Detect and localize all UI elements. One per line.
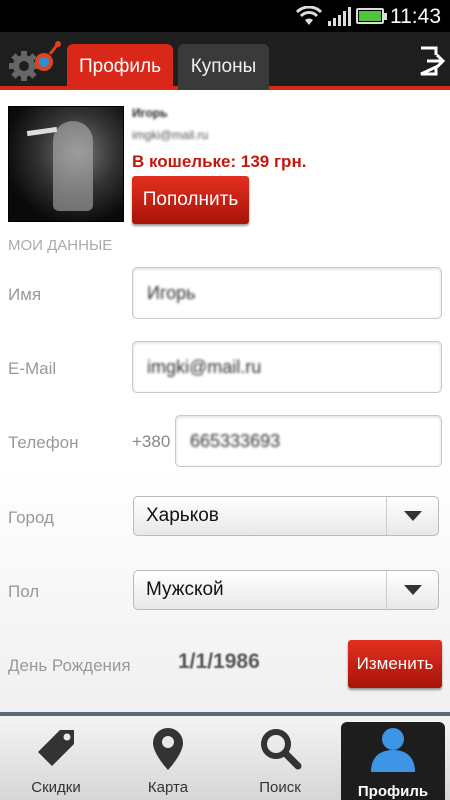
tag-icon — [38, 730, 74, 766]
birthday-label: День Рождения — [8, 656, 131, 675]
nav-map[interactable]: Карта — [112, 716, 224, 800]
city-label: Город — [8, 508, 54, 527]
topup-button[interactable]: Пополнить — [132, 176, 249, 224]
battery-icon — [356, 8, 387, 24]
tab-profile[interactable]: Профиль — [67, 44, 173, 90]
name-label: Имя — [8, 285, 42, 304]
clock: 11:43 — [390, 5, 441, 28]
user-name: Игорь — [132, 106, 168, 120]
nav-map-label: Карта — [147, 779, 189, 796]
nav-discounts[interactable]: Скидки — [0, 716, 112, 800]
signal-icon — [328, 7, 351, 26]
nav-discounts-label: Скидки — [31, 779, 81, 796]
gear-logo-icon — [9, 41, 61, 81]
phone-field[interactable]: 665333693 — [175, 415, 442, 467]
email-field[interactable]: imgki@mail.ru — [132, 341, 442, 393]
tab-coupons[interactable]: Купоны — [178, 44, 269, 90]
logout-icon[interactable] — [418, 46, 446, 76]
section-title: МОИ ДАННЫЕ — [8, 237, 113, 254]
phone-label: Телефон — [8, 433, 79, 452]
wifi-icon — [296, 6, 322, 25]
search-icon — [261, 729, 302, 770]
nav-profile-label: Профиль — [357, 783, 429, 800]
name-field[interactable]: Игорь — [132, 267, 442, 319]
city-select[interactable]: Харьков — [133, 496, 439, 536]
nav-search-label: Поиск — [259, 779, 301, 796]
bottom-navigation: Скидки Карта Поиск Профиль — [0, 712, 450, 800]
user-icon — [371, 728, 415, 772]
email-value: imgki@mail.ru — [147, 356, 262, 377]
avatar — [8, 106, 124, 222]
profile-content: Игорь imgki@mail.ru В кошельке: 139 грн.… — [0, 94, 450, 712]
chevron-down-icon[interactable] — [386, 497, 438, 535]
gender-select[interactable]: Мужской — [133, 570, 439, 610]
birthday-value: 1/1/1986 — [178, 650, 260, 673]
nav-profile[interactable]: Профиль — [341, 722, 445, 800]
gender-value: Мужской — [146, 579, 224, 600]
phone-prefix: +380 — [132, 432, 171, 451]
status-bar: 11:43 — [0, 0, 450, 32]
nav-search[interactable]: Поиск — [224, 716, 336, 800]
gender-label: Пол — [8, 582, 40, 601]
phone-value: 665333693 — [190, 430, 281, 451]
user-email: imgki@mail.ru — [132, 128, 209, 142]
change-birthday-button[interactable]: Изменить — [348, 640, 442, 688]
chevron-down-icon[interactable] — [386, 571, 438, 609]
email-label: E-Mail — [8, 359, 57, 378]
map-pin-icon — [153, 728, 183, 770]
app-header: Профиль Купоны — [0, 32, 450, 90]
city-value: Харьков — [146, 505, 219, 526]
name-value: Игорь — [147, 282, 196, 303]
wallet-balance: В кошельке: 139 грн. — [132, 152, 307, 171]
